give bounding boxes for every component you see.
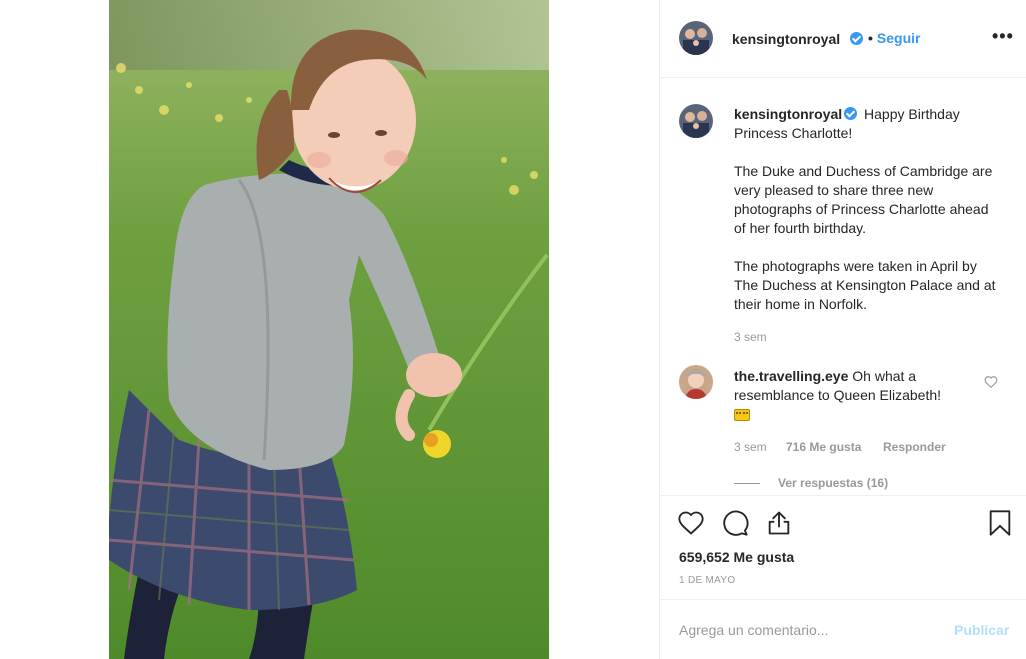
avatar-image <box>679 21 713 55</box>
post-header: kensingtonroyal • Seguir ••• <box>660 0 1026 78</box>
publish-button[interactable]: Publicar <box>954 622 1009 638</box>
comment-timestamp[interactable]: 3 sem <box>734 440 767 454</box>
caption-paragraph-3: The photographs were taken in April by T… <box>734 258 996 312</box>
comment-input[interactable] <box>679 618 939 642</box>
post-actions: 659,652 Me gusta 1 DE MAYO <box>660 495 1026 599</box>
view-replies-button[interactable]: Ver respuestas (16) <box>778 476 888 490</box>
caption-author-avatar[interactable] <box>679 104 713 138</box>
comments-section: kensingtonroyal Happy Birthday Princess … <box>660 79 1026 495</box>
more-options-icon[interactable]: ••• <box>992 26 1014 47</box>
avatar-image <box>679 365 713 399</box>
heart-icon[interactable] <box>677 509 705 537</box>
comment-icon[interactable] <box>721 509 749 537</box>
caption-username[interactable]: kensingtonroyal <box>734 106 842 122</box>
like-comment-icon[interactable] <box>984 375 998 389</box>
caption-paragraph-2: The Duke and Duchess of Cambridge are ve… <box>734 163 993 236</box>
crown-emoji-icon <box>734 409 750 421</box>
verified-badge-icon <box>844 107 858 120</box>
comment-username[interactable]: the.travelling.eye <box>734 368 848 384</box>
verified-badge-icon <box>850 32 863 45</box>
caption-timestamp[interactable]: 3 sem <box>734 330 767 344</box>
add-comment-bar: Publicar <box>660 599 1026 659</box>
comment-likes[interactable]: 716 Me gusta <box>786 440 861 454</box>
reply-button[interactable]: Responder <box>883 440 946 454</box>
avatar-image <box>679 104 713 138</box>
post-media-area <box>0 0 659 659</box>
share-icon[interactable] <box>765 509 793 537</box>
bookmark-icon[interactable] <box>987 509 1013 537</box>
follow-button[interactable]: • Seguir <box>868 30 920 46</box>
photo-illustration <box>109 0 549 659</box>
post-caption: kensingtonroyal Happy Birthday Princess … <box>734 105 996 314</box>
separator-dot: • <box>868 30 873 46</box>
author-avatar[interactable] <box>679 21 713 55</box>
comment-body: the.travelling.eye Oh what a resemblance… <box>734 367 974 426</box>
post-side-panel: kensingtonroyal • Seguir ••• kensingtonro… <box>659 0 1026 659</box>
commenter-avatar[interactable] <box>679 365 713 399</box>
author-username[interactable]: kensingtonroyal <box>732 31 840 47</box>
post-likes-count[interactable]: 659,652 Me gusta <box>679 549 794 565</box>
follow-label: Seguir <box>876 30 921 46</box>
post-date[interactable]: 1 DE MAYO <box>679 575 735 586</box>
post-photo[interactable] <box>109 0 549 659</box>
replies-divider <box>734 483 760 484</box>
